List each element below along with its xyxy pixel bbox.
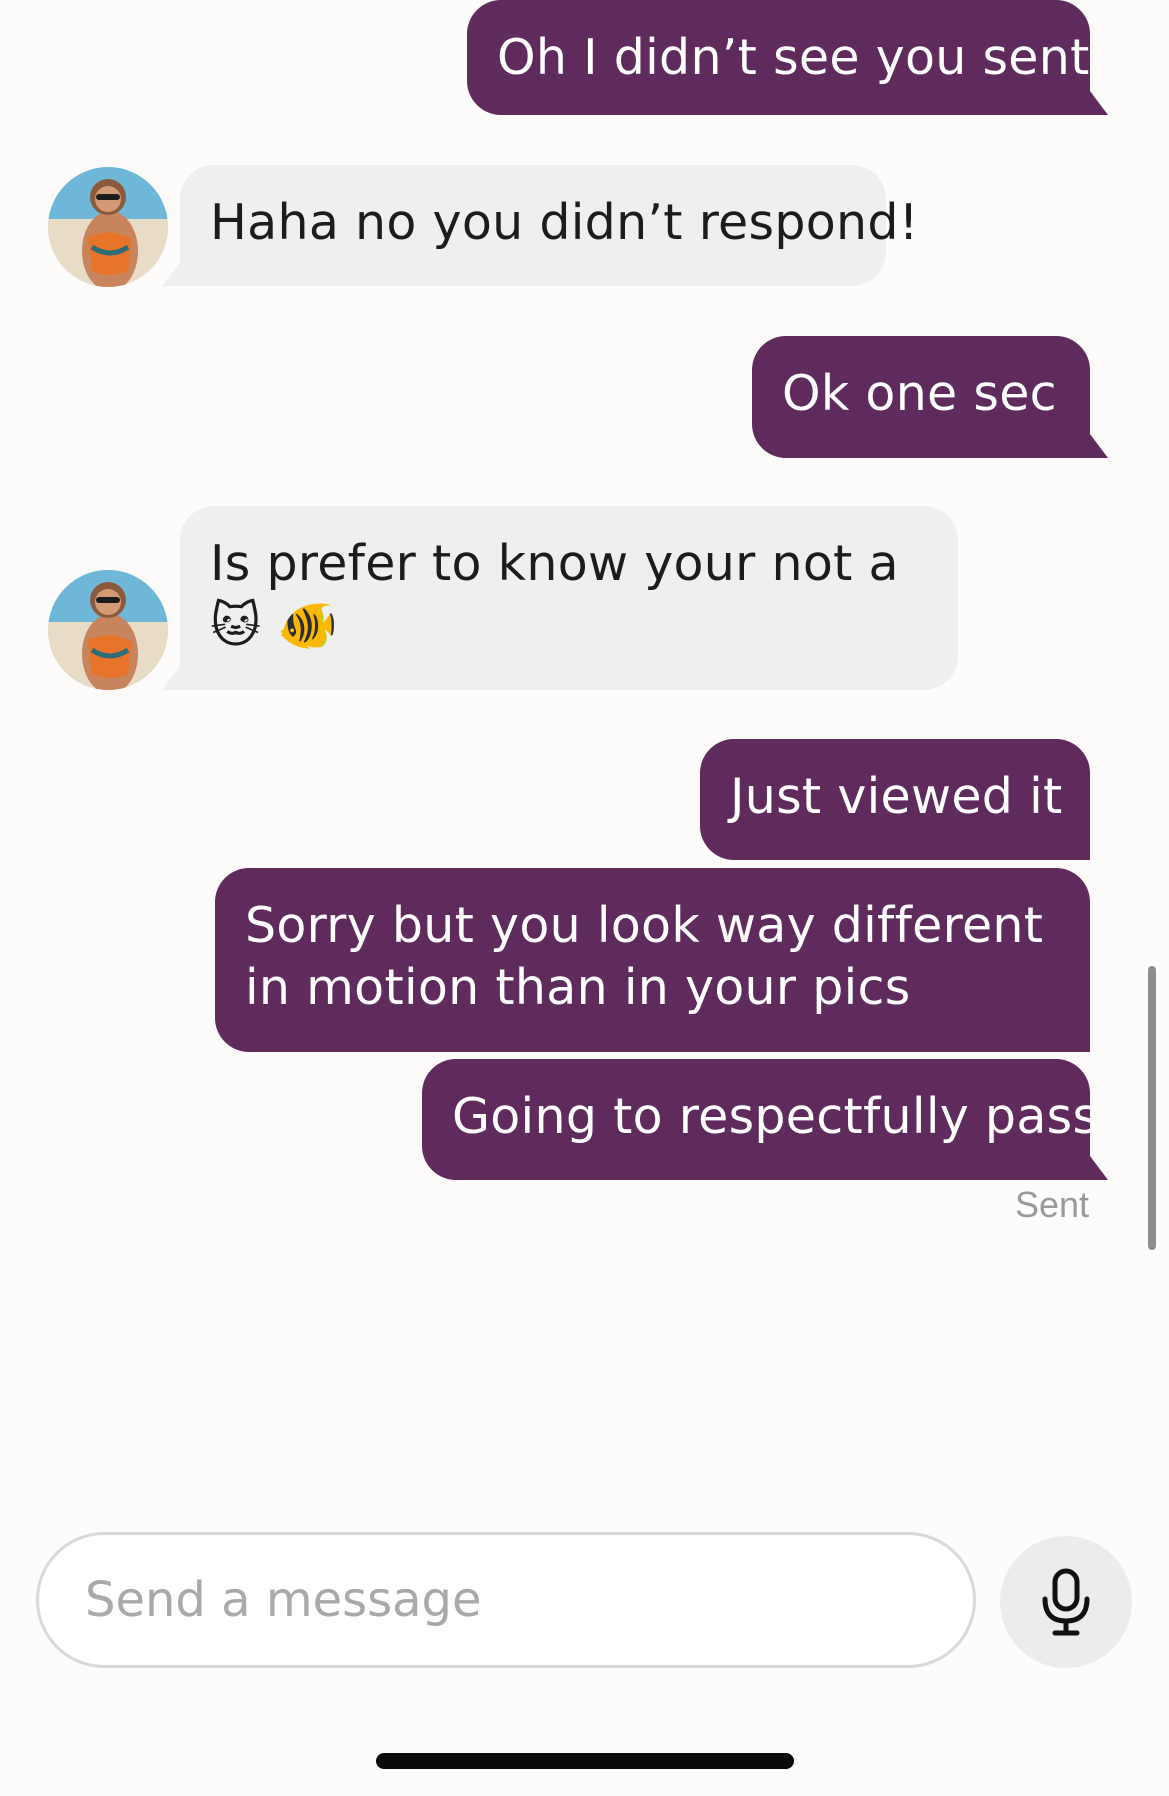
message-bubble-incoming[interactable]: Haha no you didn’t respond!	[162, 165, 918, 286]
contact-avatar[interactable]	[48, 167, 168, 287]
message-bubble-outgoing[interactable]: Sorry but you look way different in moti…	[215, 868, 1090, 1052]
message-text: Haha no you didn’t respond!	[210, 194, 919, 251]
voice-message-button[interactable]	[1000, 1536, 1132, 1668]
message-composer[interactable]	[36, 1532, 976, 1668]
message-thread[interactable]: Oh I didn’t see you sent Haha no you did…	[0, 0, 1169, 1230]
avatar-photo-icon	[48, 570, 168, 690]
message-bubble-outgoing[interactable]: Ok one sec	[752, 336, 1108, 458]
message-input[interactable]	[83, 1571, 947, 1629]
message-text: Sorry but you look way different in moti…	[245, 897, 1044, 1016]
chat-screen: Oh I didn’t see you sent Haha no you did…	[0, 0, 1169, 1796]
message-text: Oh I didn’t see you sent	[497, 29, 1090, 86]
avatar-photo-icon	[48, 167, 168, 287]
delivery-status: Sent	[1014, 1184, 1089, 1225]
microphone-icon	[1042, 1568, 1090, 1636]
message-bubble-outgoing[interactable]: Oh I didn’t see you sent	[467, 0, 1108, 115]
message-text: Just viewed it	[730, 768, 1063, 825]
message-bubble-outgoing[interactable]: Just viewed it	[700, 739, 1090, 860]
contact-avatar[interactable]	[48, 570, 168, 690]
message-text: Is prefer to know your not a 🐱 🐠	[210, 535, 899, 654]
message-bubble-outgoing[interactable]: Going to respectfully pass	[422, 1059, 1108, 1180]
message-bubble-incoming[interactable]: Is prefer to know your not a 🐱 🐠	[162, 506, 958, 690]
message-text: Ok one sec	[782, 365, 1057, 422]
scrollbar[interactable]	[1148, 966, 1156, 1250]
home-indicator[interactable]	[376, 1753, 794, 1769]
message-text: Going to respectfully pass	[452, 1088, 1099, 1145]
